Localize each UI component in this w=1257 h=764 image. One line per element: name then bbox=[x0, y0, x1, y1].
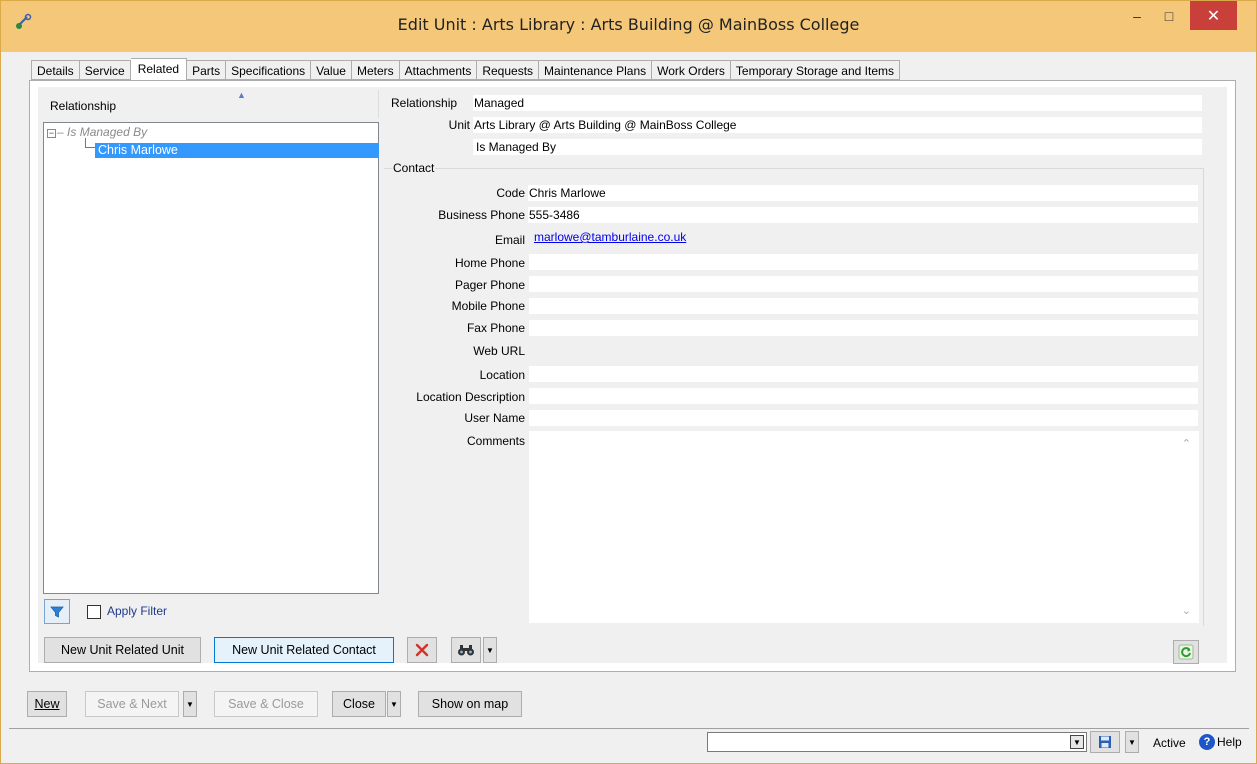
unit-field: Arts Library @ Arts Building @ MainBoss … bbox=[473, 117, 1202, 133]
apply-filter-checkbox[interactable] bbox=[87, 605, 101, 619]
tab-attachments[interactable]: Attachments bbox=[399, 60, 478, 80]
unit-label: Unit bbox=[448, 118, 470, 132]
web-url-label: Web URL bbox=[473, 344, 525, 358]
business-phone-field: 555-3486 bbox=[528, 207, 1198, 223]
scroll-up-icon[interactable]: ⌃ bbox=[1182, 437, 1191, 450]
new-button-label: New bbox=[34, 697, 60, 711]
location-field bbox=[529, 366, 1198, 382]
help-button[interactable]: ? Help bbox=[1199, 734, 1242, 750]
user-name-field bbox=[529, 410, 1198, 426]
tab-work-orders[interactable]: Work Orders bbox=[652, 60, 731, 80]
mobile-phone-label: Mobile Phone bbox=[451, 299, 525, 313]
tree-item-selected[interactable]: Chris Marlowe bbox=[95, 143, 379, 158]
funnel-icon bbox=[50, 606, 64, 618]
find-button[interactable] bbox=[451, 637, 481, 663]
refresh-icon bbox=[1178, 644, 1194, 660]
tab-service[interactable]: Service bbox=[79, 60, 131, 80]
tree-connector bbox=[85, 138, 95, 148]
mobile-phone-field bbox=[529, 298, 1198, 314]
relationship-label: Relationship bbox=[391, 96, 458, 110]
tab-related[interactable]: Related bbox=[130, 58, 188, 81]
location-label: Location bbox=[479, 368, 525, 382]
save-and-close-button[interactable]: Save & Close bbox=[214, 691, 318, 717]
find-dropdown-button[interactable]: ▼ bbox=[483, 637, 497, 663]
code-label: Code bbox=[496, 186, 525, 200]
floppy-disk-icon bbox=[1099, 736, 1111, 748]
chevron-down-icon[interactable]: ▼ bbox=[1070, 735, 1084, 749]
pager-phone-label: Pager Phone bbox=[454, 278, 525, 292]
tab-maintenance-plans[interactable]: Maintenance Plans bbox=[539, 60, 653, 80]
show-on-map-button[interactable]: Show on map bbox=[418, 691, 522, 717]
status-combo[interactable]: ▼ bbox=[707, 732, 1087, 752]
chevron-down-icon: ▼ bbox=[1128, 737, 1136, 747]
home-phone-field bbox=[529, 254, 1198, 270]
tab-meters[interactable]: Meters bbox=[351, 60, 400, 80]
new-unit-related-unit-button[interactable]: New Unit Related Unit bbox=[44, 637, 201, 663]
chevron-down-icon: ▼ bbox=[390, 699, 398, 709]
relation-type-field: Is Managed By bbox=[473, 139, 1202, 155]
tree-dash: – bbox=[57, 125, 64, 139]
tab-temporary-storage[interactable]: Temporary Storage and Items bbox=[730, 60, 900, 80]
pager-phone-field bbox=[529, 276, 1198, 292]
save-status-button[interactable] bbox=[1090, 731, 1120, 753]
save-and-next-button[interactable]: Save & Next bbox=[85, 691, 179, 717]
collapse-icon[interactable]: − bbox=[47, 129, 56, 138]
save-next-dropdown[interactable]: ▼ bbox=[183, 691, 197, 717]
new-unit-related-contact-button[interactable]: New Unit Related Contact bbox=[214, 637, 394, 663]
tab-details[interactable]: Details bbox=[31, 60, 80, 80]
binoculars-icon bbox=[458, 645, 474, 656]
title-bar: Edit Unit : Arts Library : Arts Building… bbox=[1, 1, 1256, 52]
home-phone-label: Home Phone bbox=[454, 256, 525, 270]
tree-column-header[interactable]: Relationship ▲ bbox=[43, 90, 379, 118]
relationship-column-label: Relationship bbox=[50, 99, 117, 113]
help-label: Help bbox=[1217, 735, 1242, 749]
apply-filter-label: Apply Filter bbox=[107, 604, 168, 618]
user-name-label: User Name bbox=[464, 411, 525, 425]
chevron-down-icon: ▼ bbox=[486, 645, 494, 655]
tree-group-node[interactable]: − – Is Managed By bbox=[47, 125, 147, 139]
tab-value[interactable]: Value bbox=[311, 60, 352, 80]
filter-button[interactable] bbox=[44, 599, 70, 624]
tab-parts[interactable]: Parts bbox=[187, 60, 227, 80]
code-field: Chris Marlowe bbox=[528, 185, 1198, 201]
email-label: Email bbox=[494, 233, 525, 247]
refresh-button[interactable] bbox=[1173, 640, 1199, 664]
comments-label: Comments bbox=[466, 434, 525, 448]
fax-phone-label: Fax Phone bbox=[466, 321, 525, 335]
fax-phone-field bbox=[529, 320, 1198, 336]
relationship-field: Managed bbox=[473, 95, 1202, 111]
contact-group-title: Contact bbox=[392, 161, 436, 175]
tab-specifications[interactable]: Specifications bbox=[226, 60, 312, 80]
tab-requests[interactable]: Requests bbox=[477, 60, 540, 80]
active-status-label: Active bbox=[1153, 736, 1186, 750]
new-button[interactable]: New bbox=[27, 691, 67, 717]
help-icon: ? bbox=[1199, 734, 1215, 750]
location-description-label: Location Description bbox=[416, 390, 525, 404]
tab-strip: Details Service Related Parts Specificat… bbox=[31, 58, 900, 81]
delete-x-icon bbox=[415, 643, 429, 657]
sort-ascending-icon: ▲ bbox=[237, 90, 246, 100]
comments-textarea[interactable]: ⌃ ⌄ bbox=[529, 431, 1199, 623]
email-link[interactable]: marlowe@tamburlaine.co.uk bbox=[534, 230, 686, 244]
business-phone-label: Business Phone bbox=[438, 208, 525, 222]
relationship-tree[interactable]: − – Is Managed By Chris Marlowe bbox=[43, 122, 379, 594]
relation-type-text: Is Managed By bbox=[476, 140, 557, 154]
close-window-button[interactable]: ✕ bbox=[1190, 1, 1237, 30]
window-title: Edit Unit : Arts Library : Arts Building… bbox=[397, 15, 860, 34]
location-description-field bbox=[529, 388, 1198, 404]
scroll-down-icon[interactable]: ⌄ bbox=[1182, 604, 1191, 617]
delete-button[interactable] bbox=[407, 637, 437, 663]
close-dropdown[interactable]: ▼ bbox=[387, 691, 401, 717]
close-button[interactable]: Close bbox=[332, 691, 386, 717]
edit-unit-window: Edit Unit : Arts Library : Arts Building… bbox=[0, 0, 1257, 764]
save-status-dropdown[interactable]: ▼ bbox=[1125, 731, 1139, 753]
chevron-down-icon: ▼ bbox=[186, 699, 194, 709]
maximize-button[interactable]: □ bbox=[1146, 1, 1192, 31]
tree-group-label: Is Managed By bbox=[67, 125, 148, 139]
